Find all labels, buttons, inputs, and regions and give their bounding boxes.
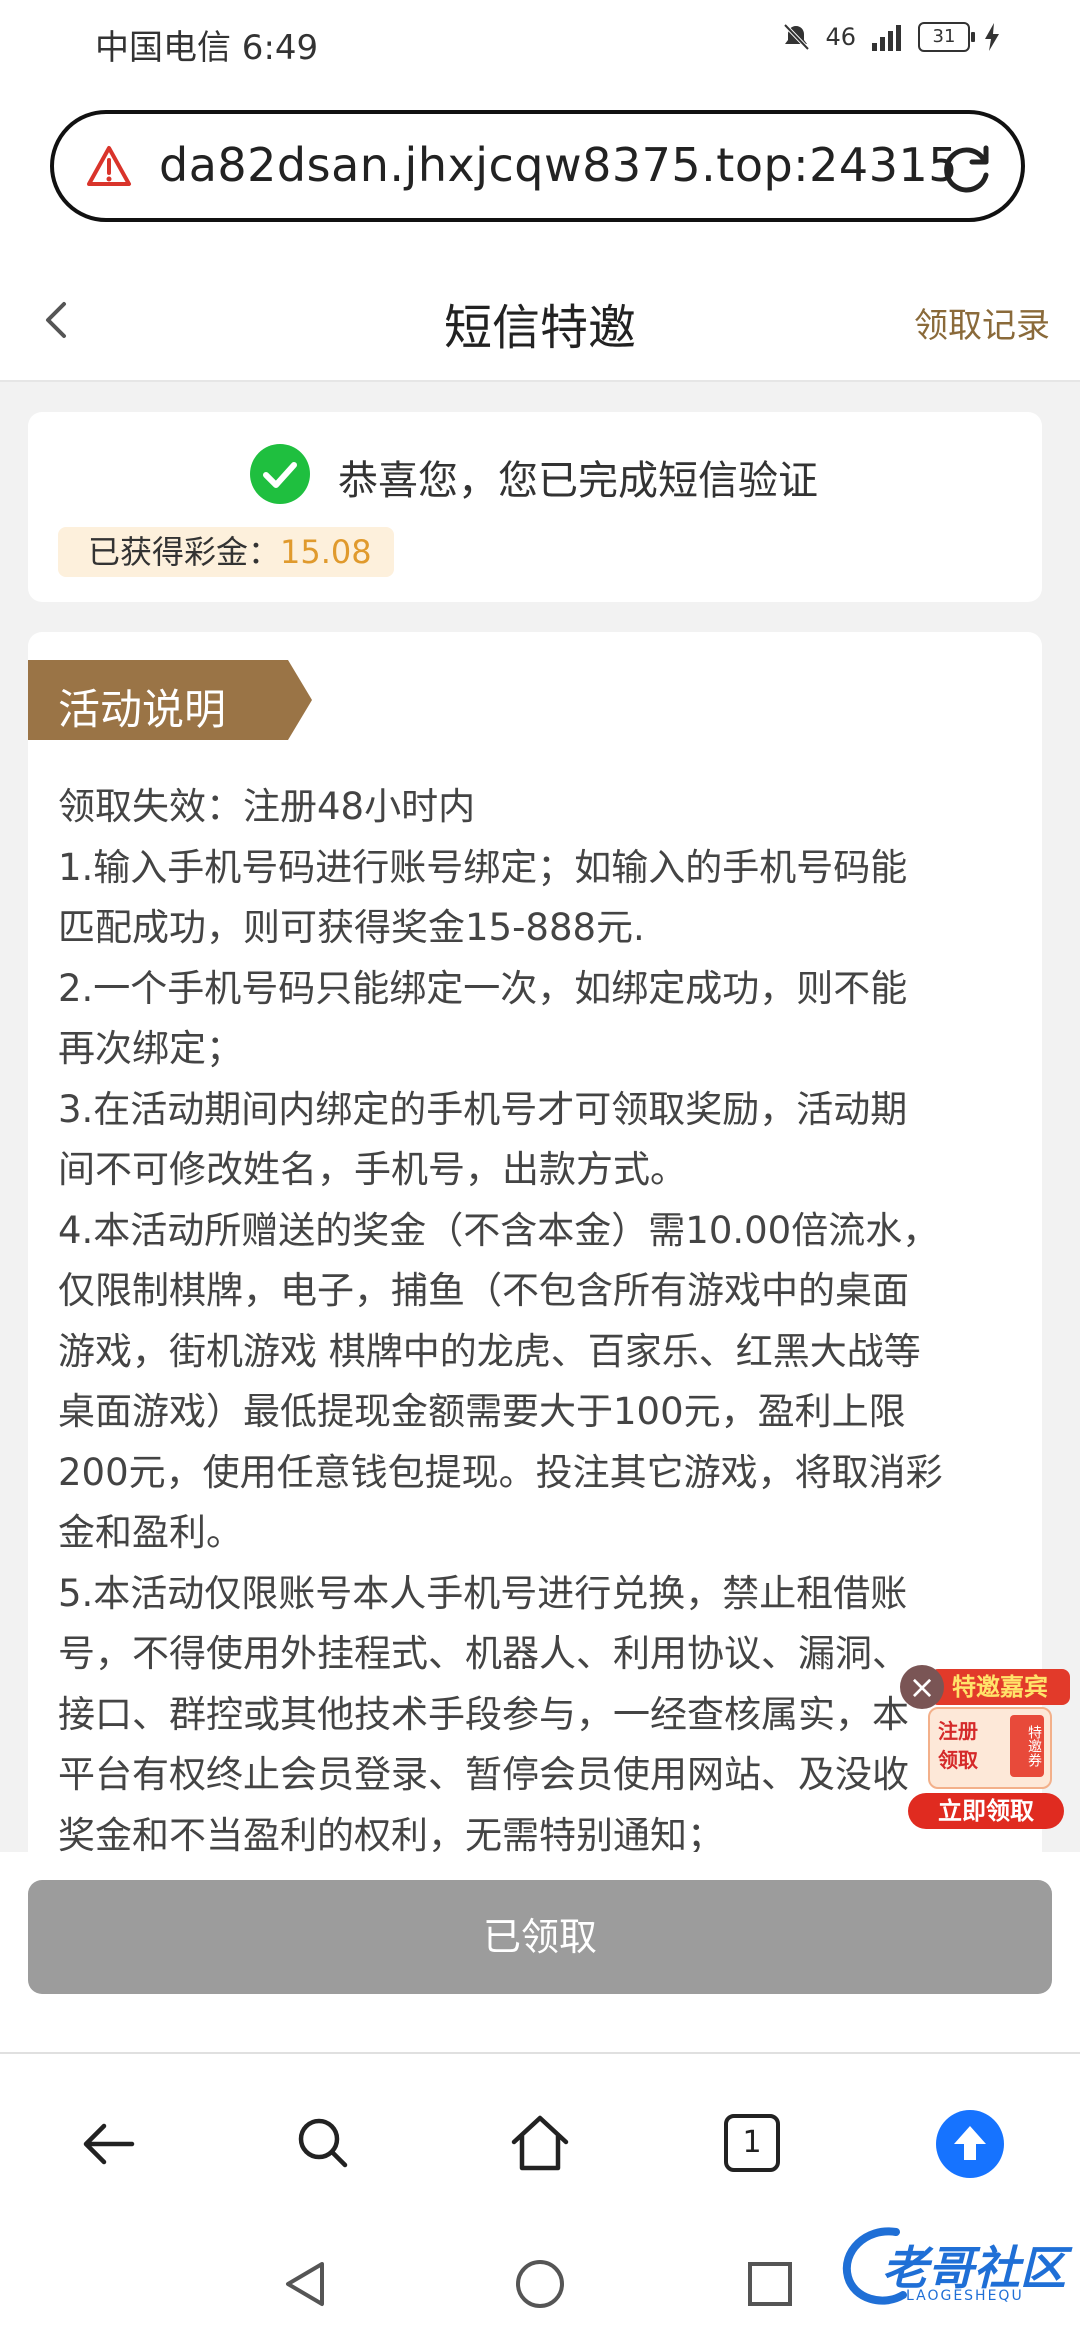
- status-bar: 中国电信 6:49 46 31: [0, 0, 1080, 90]
- arrow-up-icon: [954, 2126, 986, 2160]
- rule-line: 号，不得使用外挂程式、机器人、利用协议、漏洞、: [58, 1632, 909, 1675]
- promo-claim-button[interactable]: 立即领取: [908, 1793, 1064, 1829]
- rule-line: 1.输入手机号码进行账号绑定；如输入的手机号码能: [58, 845, 908, 889]
- rule-line: 再次绑定；: [58, 1027, 243, 1070]
- rule-line: 接口、群控或其他技术手段参与，一经查核属实，本: [58, 1692, 909, 1736]
- promo-close-button[interactable]: ×: [900, 1665, 944, 1709]
- activity-description-card: 活动说明 领取失效：注册48小时内 1.输入手机号码进行账号绑定；如输入的手机号…: [28, 632, 1042, 1852]
- search-icon[interactable]: [288, 2108, 360, 2180]
- rule-line: 平台有权终止会员登录、暂停会员使用网站、及没收: [58, 1753, 909, 1796]
- home-icon[interactable]: [504, 2108, 576, 2180]
- rule-line: 奖金和不当盈利的权利，无需特别通知；: [58, 1813, 724, 1853]
- promo-title: 特邀嘉宾: [930, 1669, 1070, 1705]
- section-title: 活动说明: [58, 685, 227, 734]
- rule-line: 3.在活动期间内绑定的手机号才可领取奖励，活动期: [58, 1087, 908, 1131]
- signal-icon: [872, 25, 901, 51]
- address-bar-area: da82dsan.jhxjcqw8375.top:24315: [0, 90, 1080, 260]
- upload-button[interactable]: [936, 2110, 1004, 2178]
- rule-line: 桌面游戏）最低提现金额需要大于100元，盈利上限: [58, 1390, 906, 1433]
- rule-line: 游戏，街机游戏 棋牌中的龙虎、百家乐、红黑大战等: [58, 1329, 921, 1373]
- rule-line: 4.本活动所赠送的奖金（不含本金）需10.00倍流水，: [58, 1208, 940, 1252]
- charging-icon: [985, 23, 999, 51]
- warning-icon[interactable]: [86, 144, 132, 190]
- prize-amount: 15.08: [280, 533, 372, 571]
- rule-line: 仅限制棋牌，电子，捕鱼（不包含所有游戏中的桌面: [58, 1269, 909, 1312]
- rule-line: 金和盈利。: [58, 1511, 243, 1554]
- battery-indicator: 31: [918, 22, 975, 52]
- network-type: 46: [825, 23, 856, 51]
- rule-line: 间不可修改姓名，手机号，出款方式。: [58, 1148, 687, 1191]
- promo-tag: 特邀券: [1010, 1715, 1044, 1777]
- tabs-button[interactable]: 1: [724, 2114, 780, 2172]
- rule-line: 领取失效：注册48小时内: [58, 785, 476, 828]
- rule-line: 5.本活动仅限账号本人手机号进行兑换，禁止租借账: [58, 1571, 908, 1615]
- watermark-logo: 老哥社区 LAOGESHEQU: [836, 2212, 1076, 2322]
- claimed-button[interactable]: 已领取: [28, 1880, 1052, 1994]
- reload-icon[interactable]: [937, 140, 995, 198]
- prize-label: 已获得彩金：: [88, 533, 281, 571]
- promo-text: 注册 领取: [938, 1719, 978, 1772]
- success-message: 恭喜您，您已完成短信验证: [338, 458, 818, 504]
- status-icons: 46 31: [781, 22, 1000, 52]
- rules-text: 领取失效：注册48小时内 1.输入手机号码进行账号绑定；如输入的手机号码能 匹配…: [58, 777, 1018, 1852]
- watermark-subtext: LAOGESHEQU: [906, 2288, 1024, 2304]
- address-bar[interactable]: da82dsan.jhxjcqw8375.top:24315: [50, 110, 1025, 222]
- rule-line: 200元，使用任意钱包提现。投注其它游戏，将取消彩: [58, 1450, 943, 1494]
- promo-ticket[interactable]: 注册 领取 特邀券: [928, 1707, 1052, 1789]
- nav-recents-icon[interactable]: [742, 2256, 798, 2312]
- record-link[interactable]: 领取记录: [914, 298, 1050, 347]
- verification-success-card: 恭喜您，您已完成短信验证 已获得彩金：15.08: [28, 412, 1042, 602]
- floating-promo[interactable]: 特邀嘉宾 × 注册 领取 特邀券 立即领取: [900, 1665, 1070, 1835]
- rule-line: 2.一个手机号码只能绑定一次，如绑定成功，则不能: [58, 966, 908, 1010]
- mute-bell-icon: [784, 23, 810, 51]
- check-circle-icon: [250, 444, 310, 504]
- rule-line: 匹配成功，则可获得奖金15-888元.: [58, 906, 645, 949]
- back-nav-icon[interactable]: [72, 2108, 144, 2180]
- carrier-time: 中国电信 6:49: [95, 28, 319, 68]
- page-header: 短信特邀 领取记录: [0, 260, 1080, 382]
- browser-toolbar: 1: [0, 2052, 1080, 2230]
- nav-back-icon[interactable]: [278, 2256, 334, 2312]
- nav-home-icon[interactable]: [512, 2256, 568, 2312]
- bottom-action-area: 已领取: [0, 1852, 1080, 2052]
- prize-badge: 已获得彩金：15.08: [58, 527, 394, 577]
- url-text[interactable]: da82dsan.jhxjcqw8375.top:24315: [159, 138, 958, 192]
